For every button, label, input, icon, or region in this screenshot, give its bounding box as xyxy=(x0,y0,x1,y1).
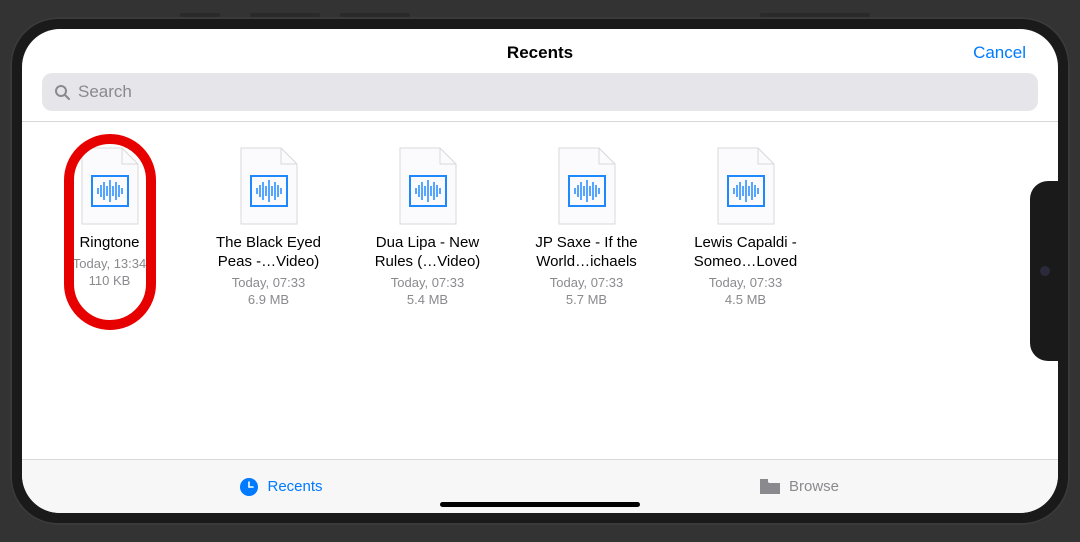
file-grid: Ringtone Today, 13:34 110 KB xyxy=(22,122,1058,459)
file-name: Dua Lipa - New Rules (…Video) xyxy=(354,234,501,272)
file-size: 5.7 MB xyxy=(513,291,660,309)
audio-file-icon xyxy=(555,146,619,226)
home-indicator[interactable] xyxy=(440,502,640,507)
audio-file-icon xyxy=(714,146,778,226)
file-name: JP Saxe - If the World…ichaels xyxy=(513,234,660,272)
search-input[interactable]: Search xyxy=(42,73,1038,111)
file-date: Today, 13:34 xyxy=(36,255,183,273)
file-size: 110 KB xyxy=(36,272,183,290)
file-date: Today, 07:33 xyxy=(195,274,342,292)
audio-file-icon xyxy=(237,146,301,226)
page-title: Recents xyxy=(507,43,573,63)
file-size: 5.4 MB xyxy=(354,291,501,309)
file-name: The Black Eyed Peas -…Video) xyxy=(195,234,342,272)
search-icon xyxy=(54,84,70,100)
cancel-button[interactable]: Cancel xyxy=(973,43,1026,63)
file-size: 4.5 MB xyxy=(672,291,819,309)
folder-icon xyxy=(759,478,781,496)
tab-browse-label: Browse xyxy=(789,478,839,495)
file-name: Ringtone xyxy=(36,234,183,253)
file-date: Today, 07:33 xyxy=(354,274,501,292)
tab-recents-label: Recents xyxy=(267,478,322,495)
file-item[interactable]: JP Saxe - If the World…ichaels Today, 07… xyxy=(509,140,664,459)
file-size: 6.9 MB xyxy=(195,291,342,309)
clock-icon xyxy=(239,477,259,497)
header-bar: Recents Cancel xyxy=(22,29,1058,73)
file-item[interactable]: The Black Eyed Peas -…Video) Today, 07:3… xyxy=(191,140,346,459)
file-name: Lewis Capaldi - Someo…Loved xyxy=(672,234,819,272)
audio-file-icon xyxy=(78,146,142,226)
search-placeholder: Search xyxy=(78,82,132,102)
file-item[interactable]: Ringtone Today, 13:34 110 KB xyxy=(32,140,187,459)
file-date: Today, 07:33 xyxy=(672,274,819,292)
audio-file-icon xyxy=(396,146,460,226)
file-date: Today, 07:33 xyxy=(513,274,660,292)
file-item[interactable]: Lewis Capaldi - Someo…Loved Today, 07:33… xyxy=(668,140,823,459)
file-item[interactable]: Dua Lipa - New Rules (…Video) Today, 07:… xyxy=(350,140,505,459)
